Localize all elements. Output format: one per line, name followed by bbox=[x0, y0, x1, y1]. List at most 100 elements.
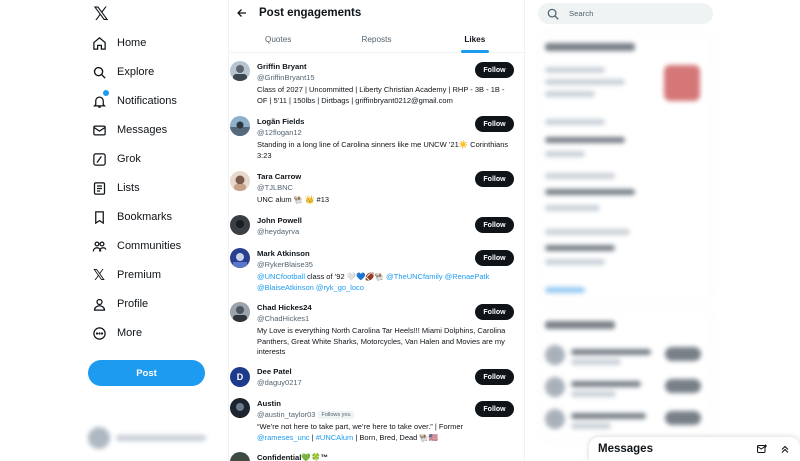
nav-premium[interactable]: 𝕏 Premium bbox=[90, 262, 161, 288]
page-title: Post engagements bbox=[259, 7, 362, 19]
user-name[interactable]: Tara Carrow bbox=[257, 172, 301, 181]
account-switcher[interactable] bbox=[88, 425, 218, 451]
follow-button[interactable]: Follow bbox=[475, 369, 514, 385]
left-navigation: 𝕏 Home Explore Notifications Messages Gr… bbox=[0, 0, 228, 461]
nav-lists[interactable]: Lists bbox=[90, 175, 140, 201]
follow-button[interactable]: Follow bbox=[475, 171, 514, 187]
avatar[interactable] bbox=[230, 452, 250, 461]
user-handle[interactable]: @12flogan12 bbox=[257, 128, 302, 137]
bio-text: “We’re not here to take part, we’re here… bbox=[257, 422, 464, 431]
nav-home[interactable]: Home bbox=[90, 30, 146, 56]
nav-notifications[interactable]: Notifications bbox=[90, 88, 177, 114]
more-circle-icon bbox=[90, 324, 108, 342]
nav-premium-label: Premium bbox=[117, 269, 162, 281]
main-column: Post engagements Quotes Reposts Likes Gr… bbox=[228, 0, 525, 461]
mention-link[interactable]: @RenaePatk bbox=[445, 272, 490, 281]
nav-lists-label: Lists bbox=[117, 182, 140, 194]
user-name[interactable]: Dee Patel bbox=[257, 367, 292, 376]
user-bio: @UNCfootball class of ’92 🤍💙🏈🐏 @TheUNCfa… bbox=[257, 272, 515, 293]
follow-button[interactable]: Follow bbox=[475, 62, 514, 78]
avatar[interactable]: D bbox=[230, 367, 250, 387]
follow-button[interactable]: Follow bbox=[475, 401, 514, 417]
mention-link[interactable]: @UNCfootball bbox=[257, 272, 305, 281]
follows-you-badge: Follows you bbox=[318, 411, 354, 420]
user-name[interactable]: John Powell bbox=[257, 216, 302, 225]
right-sidebar: Search bbox=[525, 0, 800, 461]
x-logo-icon: 𝕏 bbox=[92, 267, 106, 284]
user-handle: @austin_taylor03 Follows you bbox=[257, 410, 354, 420]
search-icon bbox=[546, 7, 560, 21]
nav-more[interactable]: More bbox=[90, 320, 142, 346]
header: Post engagements bbox=[229, 0, 524, 26]
avatar bbox=[88, 427, 110, 449]
tab-bar: Quotes Reposts Likes bbox=[229, 26, 524, 53]
nav-messages[interactable]: Messages bbox=[90, 117, 167, 143]
user-handle[interactable]: @GriffinBryant15 bbox=[257, 73, 315, 82]
notification-dot bbox=[103, 90, 109, 96]
grok-icon bbox=[90, 150, 108, 168]
nav-communities[interactable]: Communities bbox=[90, 233, 181, 259]
mention-link[interactable]: @BlaiseAtkinson bbox=[257, 283, 314, 292]
user-name[interactable]: Mark Atkinson bbox=[257, 249, 310, 258]
back-arrow-icon[interactable] bbox=[229, 0, 255, 26]
avatar[interactable] bbox=[230, 398, 250, 418]
nav-explore[interactable]: Explore bbox=[90, 59, 154, 85]
user-handle-text[interactable]: @austin_taylor03 bbox=[257, 410, 315, 419]
follow-button[interactable]: Follow bbox=[475, 250, 514, 266]
user-bio: “We’re not here to take part, we’re here… bbox=[257, 422, 515, 443]
search-icon bbox=[90, 63, 108, 81]
bio-text: class of ’92 🤍💙🏈🐏 bbox=[305, 272, 387, 281]
tab-quotes[interactable]: Quotes bbox=[229, 26, 327, 52]
nav-profile-label: Profile bbox=[117, 298, 149, 310]
messages-drawer[interactable]: Messages bbox=[589, 437, 800, 461]
hashtag-link[interactable]: #UNCAlum bbox=[316, 433, 354, 442]
new-message-icon[interactable] bbox=[755, 442, 769, 456]
chevron-up-icon[interactable] bbox=[778, 442, 792, 456]
follow-button[interactable]: Follow bbox=[475, 116, 514, 132]
user-handle[interactable]: @TJLBNC bbox=[257, 183, 293, 192]
bell-icon bbox=[90, 90, 109, 110]
nav-bookmarks-label: Bookmarks bbox=[117, 211, 173, 223]
avatar[interactable] bbox=[230, 248, 250, 268]
avatar[interactable] bbox=[230, 116, 250, 136]
bookmark-icon bbox=[90, 208, 108, 226]
x-logo-icon[interactable]: 𝕏 bbox=[90, 4, 112, 26]
messages-drawer-title: Messages bbox=[598, 443, 653, 455]
nav-home-label: Home bbox=[117, 37, 147, 49]
nav-notifications-label: Notifications bbox=[117, 95, 177, 107]
nav-profile[interactable]: Profile bbox=[90, 291, 148, 317]
avatar[interactable] bbox=[230, 61, 250, 81]
people-icon bbox=[90, 237, 108, 255]
home-icon bbox=[90, 34, 108, 52]
user-handle[interactable]: @RykerBlaise35 bbox=[257, 260, 313, 269]
user-name[interactable]: Austin bbox=[257, 399, 281, 408]
avatar[interactable] bbox=[230, 302, 250, 322]
follow-button[interactable]: Follow bbox=[475, 304, 514, 320]
bio-text: | Born, Bred, Dead 🐏🇺🇸 bbox=[353, 432, 439, 442]
user-handle[interactable]: @ChadHickes1 bbox=[257, 314, 309, 323]
post-button[interactable]: Post bbox=[88, 360, 205, 386]
user-bio: UNC alum 🐏 👑 #13 bbox=[257, 195, 330, 204]
trending-panel-blurred bbox=[538, 32, 713, 302]
nav-messages-label: Messages bbox=[117, 124, 168, 136]
user-name[interactable]: Chad Hickes24 bbox=[257, 303, 312, 312]
nav-explore-label: Explore bbox=[117, 66, 155, 78]
mention-link[interactable]: @rameses_unc bbox=[257, 433, 310, 442]
user-handle[interactable]: @heydayrva bbox=[257, 227, 299, 236]
search-placeholder: Search bbox=[569, 9, 594, 18]
nav-grok[interactable]: Grok bbox=[90, 146, 141, 172]
user-handle[interactable]: @daguy0217 bbox=[257, 378, 302, 387]
avatar[interactable] bbox=[230, 171, 250, 191]
follow-button[interactable]: Follow bbox=[475, 217, 514, 233]
nav-bookmarks[interactable]: Bookmarks bbox=[90, 204, 172, 230]
user-name[interactable]: Griffin Bryant bbox=[257, 62, 307, 71]
tab-reposts[interactable]: Reposts bbox=[327, 26, 425, 52]
search-input[interactable]: Search bbox=[538, 3, 713, 24]
user-name[interactable]: Logãn Fields bbox=[257, 117, 304, 126]
user-name[interactable]: Confidential💚🍀™ bbox=[257, 453, 328, 461]
mention-link[interactable]: @TheUNCfamily bbox=[386, 272, 442, 281]
mention-link[interactable]: @ryk_go_loco bbox=[316, 283, 364, 292]
tab-likes[interactable]: Likes bbox=[426, 26, 524, 52]
account-name-blurred bbox=[116, 435, 206, 441]
avatar[interactable] bbox=[230, 215, 250, 235]
